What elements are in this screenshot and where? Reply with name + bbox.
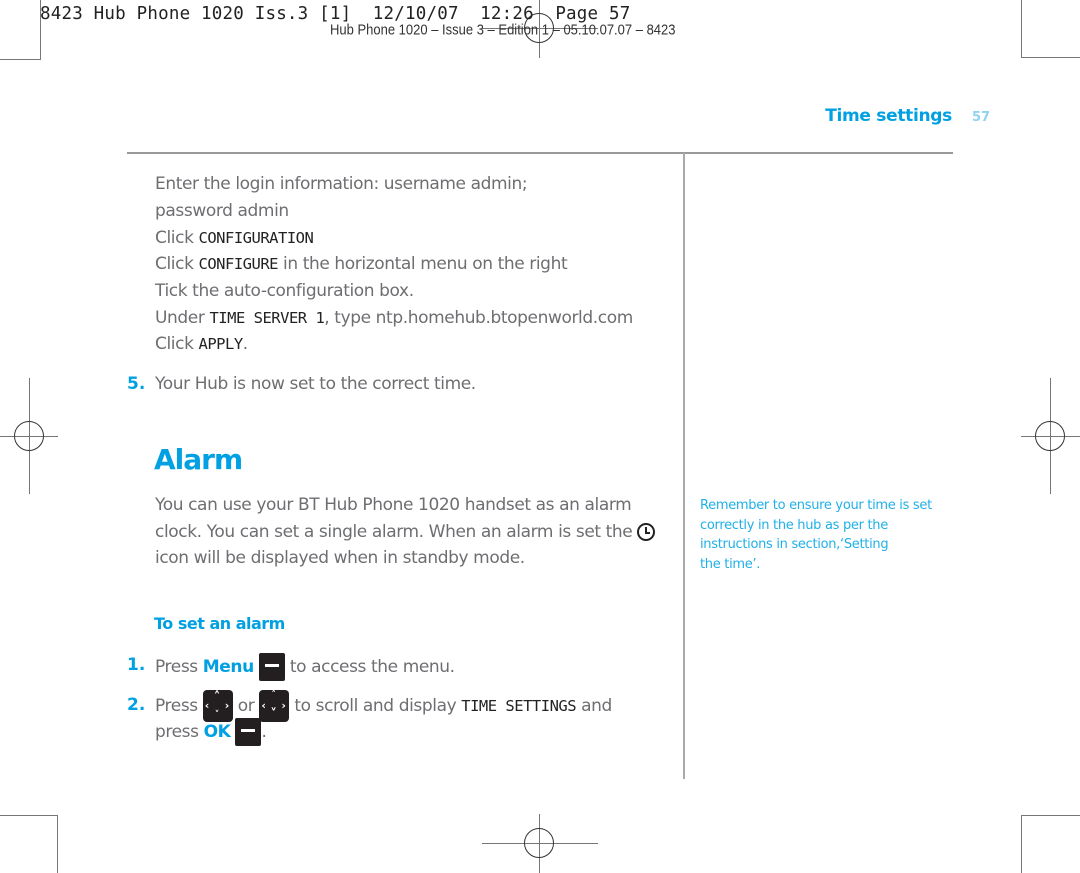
lcd-text: APPLY [198,335,244,353]
step-text: Click [155,334,199,354]
step-text: to access the menu. [284,657,455,677]
alarm-clock-icon [637,523,656,541]
step-number: 2. [127,695,146,715]
header-rule [127,152,953,154]
crop-mark [0,59,40,60]
alarm-paragraph-line: You can use your BT Hub Phone 1020 hands… [155,495,632,515]
crop-mark [1021,57,1080,58]
step-text: , type ntp.homehub.btopenworld.com [324,308,633,328]
alarm-heading: Alarm [154,443,243,476]
step-text: in the horizontal menu on the right [278,254,568,274]
ok-key-icon [235,718,262,746]
crop-mark [1021,0,1022,58]
step-number: 1. [127,655,146,675]
step-line: Tick the auto-configuration box. [155,281,414,301]
alarm-paragraph-line: clock. You can set a single alarm. When … [155,522,656,542]
crop-mark [1021,815,1080,816]
alarm-paragraph-line: icon will be displayed when in standby m… [155,548,525,568]
page-number: 57 [972,110,991,125]
step-line: Click CONFIGURATION [155,228,314,248]
side-note-line: the time’. [700,556,761,572]
step-text: password admin [155,201,289,221]
step-text: and [576,696,612,716]
step-line: password admin [155,201,289,221]
step-text: Click [155,254,199,274]
side-note: Remember to ensure your time is set corr… [700,496,950,574]
step-text: . [261,722,267,742]
menu-key-icon [258,653,285,681]
step-text: press [155,722,204,742]
step-text: Tick the auto-configuration box. [155,281,414,301]
step-line: Under TIME SERVER 1, type ntp.homehub.bt… [155,308,633,328]
step-text: to scroll and display [289,696,462,716]
step-line: Enter the login information: username ad… [155,174,528,194]
step-text: Press [155,657,203,677]
lcd-text: CONFIGURATION [198,229,314,247]
lcd-text: TIME SERVER 1 [209,309,325,327]
crop-mark [1021,815,1022,873]
step-text: Enter the login information: username ad… [155,174,528,194]
column-divider [683,153,685,779]
step-number: 5. [127,374,146,394]
step-line: Press Menu to access the menu. [155,653,455,681]
menu-key-label: Menu [202,657,254,677]
step-text: Under [155,308,210,328]
ok-key-label: OK [203,722,231,742]
crop-mark [57,815,58,873]
step-text: or [232,696,260,716]
step-text: Your Hub is now set to the correct time. [155,374,476,394]
section-title: Time settings [825,106,952,126]
to-set-alarm-heading: To set an alarm [154,614,285,633]
side-note-line: instructions in section,‘Setting [700,537,889,552]
step-line: Click APPLY. [155,334,248,354]
lcd-text: TIME SETTINGS [461,697,577,715]
step-text: Click [155,228,199,248]
side-note-line: Remember to ensure your time is set [700,498,932,513]
paragraph-text: clock. You can set a single alarm. When … [155,522,633,542]
lcd-text: CONFIGURE [198,255,279,273]
print-slug-secondary: Hub Phone 1020 – Issue 3 – Edition 1 – 0… [330,21,676,38]
step-line: press OK . [155,718,267,746]
crop-mark [0,815,58,816]
step-text: Press [155,696,203,716]
step-line: Click CONFIGURE in the horizontal menu o… [155,254,568,274]
side-note-line: correctly in the hub as per the [700,517,888,533]
step-text: . [242,334,248,354]
